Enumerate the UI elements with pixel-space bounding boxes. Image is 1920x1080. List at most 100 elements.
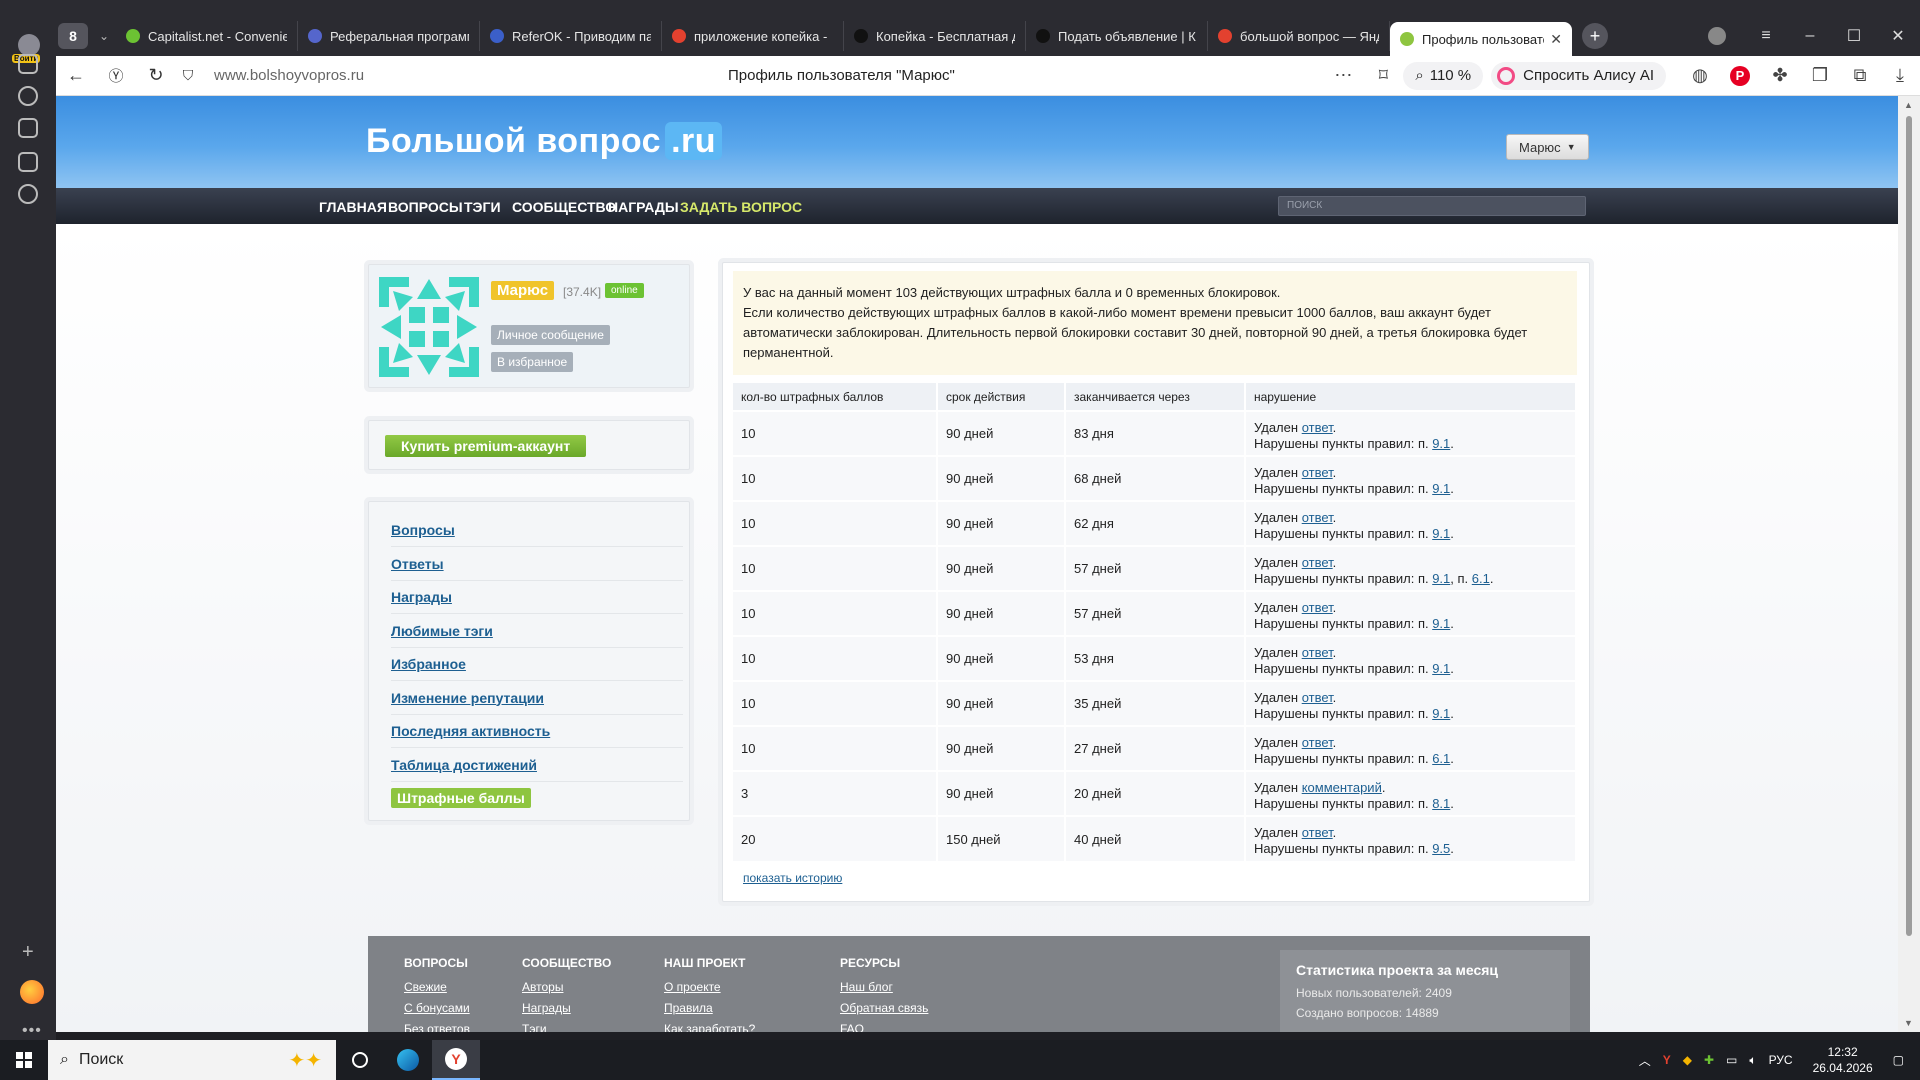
rule-link[interactable]: 9.5 [1432,841,1450,856]
history-icon[interactable] [18,184,38,204]
user-menu-button[interactable]: Марюс ▼ [1506,134,1589,160]
rule-link[interactable]: 6.1 [1472,571,1490,586]
clock[interactable]: 12:32 26.04.2026 [1813,1044,1873,1076]
edge-icon[interactable] [384,1040,432,1080]
profile-menu-item[interactable]: Избранное [391,648,683,681]
rule-link[interactable]: 9.1 [1432,571,1450,586]
footer-link[interactable]: Правила [664,1001,755,1015]
site-logo[interactable]: Большой вопрос .ru [366,122,723,161]
footer-link[interactable]: С бонусами [404,1001,470,1015]
footer-link[interactable]: Без ответов [404,1022,470,1032]
tray-chevron-icon[interactable]: ︿ [1639,1052,1651,1069]
browser-tab[interactable]: Реферальная программа [298,21,480,51]
profile-menu-item[interactable]: Любимые тэги [391,615,683,648]
rule-link[interactable]: 9.1 [1432,481,1450,496]
translate-icon[interactable]: ⧉ [1840,56,1880,96]
rule-link[interactable]: 6.1 [1432,751,1450,766]
rule-link[interactable]: 9.1 [1432,706,1450,721]
show-history-link[interactable]: показать историю [743,871,842,885]
pinterest-icon[interactable]: P [1720,56,1760,96]
profile-icon[interactable] [1708,27,1726,45]
private-message-button[interactable]: Личное сообщение [491,325,610,345]
chevron-down-icon[interactable]: ⌄ [92,23,116,49]
nav-link[interactable]: ВОПРОСЫ [388,199,463,215]
buy-premium-button[interactable]: Купить premium-аккаунт [385,435,587,457]
rule-link[interactable]: 9.1 [1432,436,1450,451]
new-tab-button[interactable]: + [1582,23,1608,49]
browser-tab[interactable]: большой вопрос — Янд [1208,21,1390,51]
add-favorite-button[interactable]: В избранное [491,352,574,372]
collections-icon[interactable] [18,54,38,74]
removed-object-link[interactable]: ответ [1302,645,1333,660]
volume-icon[interactable]: 🔈︎ [1749,1053,1756,1068]
removed-object-link[interactable]: ответ [1302,555,1333,570]
nav-link[interactable]: ЗАДАТЬ ВОПРОС [680,199,802,215]
browser-tab[interactable]: Профиль пользовате ✕ [1390,22,1572,56]
footer-link[interactable]: Как заработать? [664,1022,755,1032]
footer-link[interactable]: Тэги [522,1022,611,1032]
rule-link[interactable]: 9.1 [1432,661,1450,676]
screenshot-icon[interactable] [18,152,38,172]
extensions-icon[interactable]: ✤ [1760,56,1800,96]
nav-link[interactable]: ТЭГИ [464,199,501,215]
language-indicator[interactable]: РУС [1769,1053,1793,1067]
more-dots-icon[interactable]: ⋯ [1323,56,1363,96]
play-icon[interactable] [18,86,38,106]
nav-link[interactable]: СООБЩЕСТВО [512,199,616,215]
scroll-down-icon[interactable]: ▼ [1904,1018,1913,1028]
removed-object-link[interactable]: ответ [1302,735,1333,750]
footer-link[interactable]: Авторы [522,980,611,994]
vpn-icon[interactable]: ◍ [1680,56,1720,96]
network-icon[interactable]: ▭ [1726,1053,1737,1067]
profile-menu-item[interactable]: Таблица достижений [391,749,683,782]
rule-link[interactable]: 9.1 [1432,526,1450,541]
profile-menu-item[interactable]: Вопросы [391,514,683,547]
reload-icon[interactable]: ↻ [136,56,176,96]
footer-link[interactable]: Наш блог [840,980,928,994]
tray-shield-icon[interactable]: ✚ [1704,1053,1714,1067]
url-field[interactable]: www.bolshoyvopros.ru [214,67,364,84]
nav-link[interactable]: НАГРАДЫ [608,199,679,215]
alice-icon[interactable] [20,980,44,1004]
taskbar-search[interactable]: ⌕ Поиск ✦✦ [48,1040,336,1080]
task-view-icon[interactable] [336,1040,384,1080]
nine-icon[interactable] [18,118,38,138]
bookmark-icon[interactable]: ⌑ [1363,56,1403,96]
yandex-icon[interactable]: Ⓨ [96,56,136,96]
collections-ext-icon[interactable]: ❐ [1800,56,1840,96]
profile-menu-item[interactable]: Изменение репутации [391,682,683,715]
removed-object-link[interactable]: ответ [1302,825,1333,840]
download-icon[interactable]: ⤓ [1880,56,1920,96]
footer-link[interactable]: Награды [522,1001,611,1015]
footer-link[interactable]: О проекте [664,980,755,994]
browser-tab[interactable]: Копейка - Бесплатная д [844,21,1026,51]
footer-link[interactable]: Обратная связь [840,1001,928,1015]
notifications-icon[interactable]: ▢ [1893,1053,1904,1067]
removed-object-link[interactable]: ответ [1302,420,1333,435]
add-panel-icon[interactable]: + [22,941,34,964]
rule-link[interactable]: 9.1 [1432,616,1450,631]
username-badge[interactable]: Марюс [491,281,555,300]
close-tab-icon[interactable]: ✕ [1544,31,1562,48]
tray-yandex-icon[interactable]: Y [1663,1053,1671,1067]
removed-object-link[interactable]: комментарий [1302,780,1382,795]
browser-tab[interactable]: Подать объявление | К [1026,21,1208,51]
removed-object-link[interactable]: ответ [1302,600,1333,615]
removed-object-link[interactable]: ответ [1302,690,1333,705]
removed-object-link[interactable]: ответ [1302,465,1333,480]
tab-counter[interactable]: 8 [58,23,88,49]
scroll-up-icon[interactable]: ▲ [1904,100,1913,110]
profile-menu-item[interactable]: Ответы [391,548,683,581]
back-icon[interactable]: ← [56,56,96,96]
shield-icon[interactable]: ⛉ [176,56,200,96]
removed-object-link[interactable]: ответ [1302,510,1333,525]
ask-alice-button[interactable]: Спросить Алису AI [1491,61,1666,90]
browser-tab[interactable]: Capitalist.net - Convenie [116,21,298,51]
rule-link[interactable]: 8.1 [1432,796,1450,811]
zoom-indicator[interactable]: ⌕ 110 % [1403,61,1484,90]
search-input[interactable]: ПОИСК [1278,196,1586,216]
maximize-icon[interactable]: ☐ [1832,19,1876,53]
profile-menu-item[interactable]: Последняя активность [391,715,683,748]
browser-tab[interactable]: ReferOK - Приводим пар [480,21,662,51]
close-window-icon[interactable]: ✕ [1876,19,1920,53]
